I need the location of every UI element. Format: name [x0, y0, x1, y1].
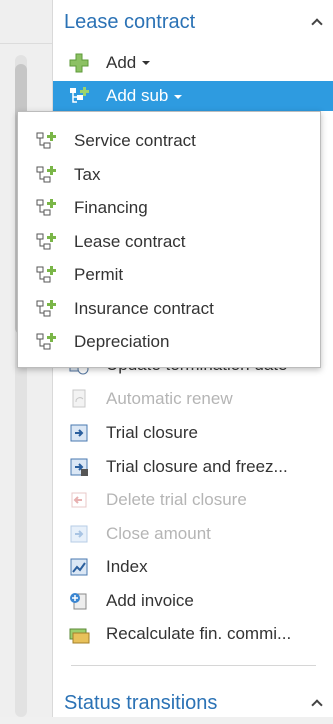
menu-item-insurance-contract[interactable]: Insurance contract	[34, 292, 314, 325]
automatic-renew-button[interactable]: Automatic renew	[67, 382, 329, 415]
close-amount-icon	[67, 522, 91, 546]
add-label: Add	[106, 52, 137, 72]
section-divider	[71, 665, 316, 666]
hierarchy-add-icon	[34, 230, 58, 254]
hierarchy-add-icon	[34, 129, 58, 153]
menu-item-depreciation[interactable]: Depreciation	[34, 325, 314, 358]
section-title: Lease contract	[64, 10, 196, 33]
menu-item-service-contract[interactable]: Service contract	[34, 124, 314, 157]
add-sub-button[interactable]: Add sub	[53, 81, 333, 111]
action-label: Delete trial closure	[106, 489, 247, 509]
chart-index-icon	[67, 555, 91, 579]
menu-item-tax[interactable]: Tax	[34, 158, 314, 191]
lease-contract-section-header[interactable]: Lease contract	[53, 1, 333, 43]
chevron-up-icon[interactable]	[312, 698, 322, 708]
hierarchy-add-icon	[34, 196, 58, 220]
action-label: Index	[106, 556, 148, 576]
dropdown-caret-icon	[174, 94, 183, 99]
add-button[interactable]: Add	[67, 46, 329, 79]
action-label: Recalculate fin. commi...	[106, 623, 292, 643]
plus-icon	[67, 51, 91, 75]
action-label: Trial closure and freez...	[106, 456, 288, 476]
menu-item-label: Depreciation	[74, 331, 170, 351]
delete-trial-closure-icon	[67, 488, 91, 512]
action-label: Close amount	[106, 523, 211, 543]
index-button[interactable]: Index	[67, 550, 329, 583]
hierarchy-add-icon	[34, 263, 58, 287]
menu-item-label: Lease contract	[74, 231, 186, 251]
action-label: Add invoice	[106, 590, 194, 610]
add-sub-dropdown-menu: Service contract Tax Financing Lease con…	[17, 111, 321, 368]
delete-trial-closure-button[interactable]: Delete trial closure	[67, 483, 329, 516]
add-invoice-button[interactable]: Add invoice	[67, 584, 329, 617]
trial-closure-button[interactable]: Trial closure	[67, 416, 329, 449]
hierarchy-add-icon	[34, 330, 58, 354]
menu-item-label: Insurance contract	[74, 298, 214, 318]
trial-closure-icon	[67, 421, 91, 445]
hierarchy-add-icon	[34, 163, 58, 187]
status-transitions-section-header[interactable]: Status transitions	[53, 682, 333, 724]
recalculate-money-icon	[67, 622, 91, 646]
hierarchy-add-icon	[34, 297, 58, 321]
action-label: Trial closure	[106, 422, 198, 442]
menu-item-permit[interactable]: Permit	[34, 258, 314, 291]
chevron-up-icon[interactable]	[312, 17, 322, 27]
gutter-divider	[0, 43, 52, 44]
menu-item-label: Financing	[74, 197, 148, 217]
add-sub-label: Add sub	[106, 86, 169, 105]
menu-item-label: Service contract	[74, 130, 196, 150]
trial-closure-freeze-button[interactable]: Trial closure and freez...	[67, 450, 329, 483]
section-title: Status transitions	[64, 691, 218, 714]
recalculate-fin-commitment-button[interactable]: Recalculate fin. commi...	[67, 617, 329, 650]
dropdown-caret-icon	[142, 61, 151, 65]
action-label: Automatic renew	[106, 388, 233, 408]
menu-item-financing[interactable]: Financing	[34, 191, 314, 224]
trial-closure-freeze-icon	[67, 455, 91, 479]
menu-item-label: Permit	[74, 264, 124, 284]
menu-item-label: Tax	[74, 164, 101, 184]
menu-item-lease-contract[interactable]: Lease contract	[34, 225, 314, 258]
document-renew-icon	[67, 387, 91, 411]
invoice-add-icon	[67, 589, 91, 613]
hierarchy-add-icon	[67, 84, 91, 108]
close-amount-button[interactable]: Close amount	[67, 517, 329, 550]
